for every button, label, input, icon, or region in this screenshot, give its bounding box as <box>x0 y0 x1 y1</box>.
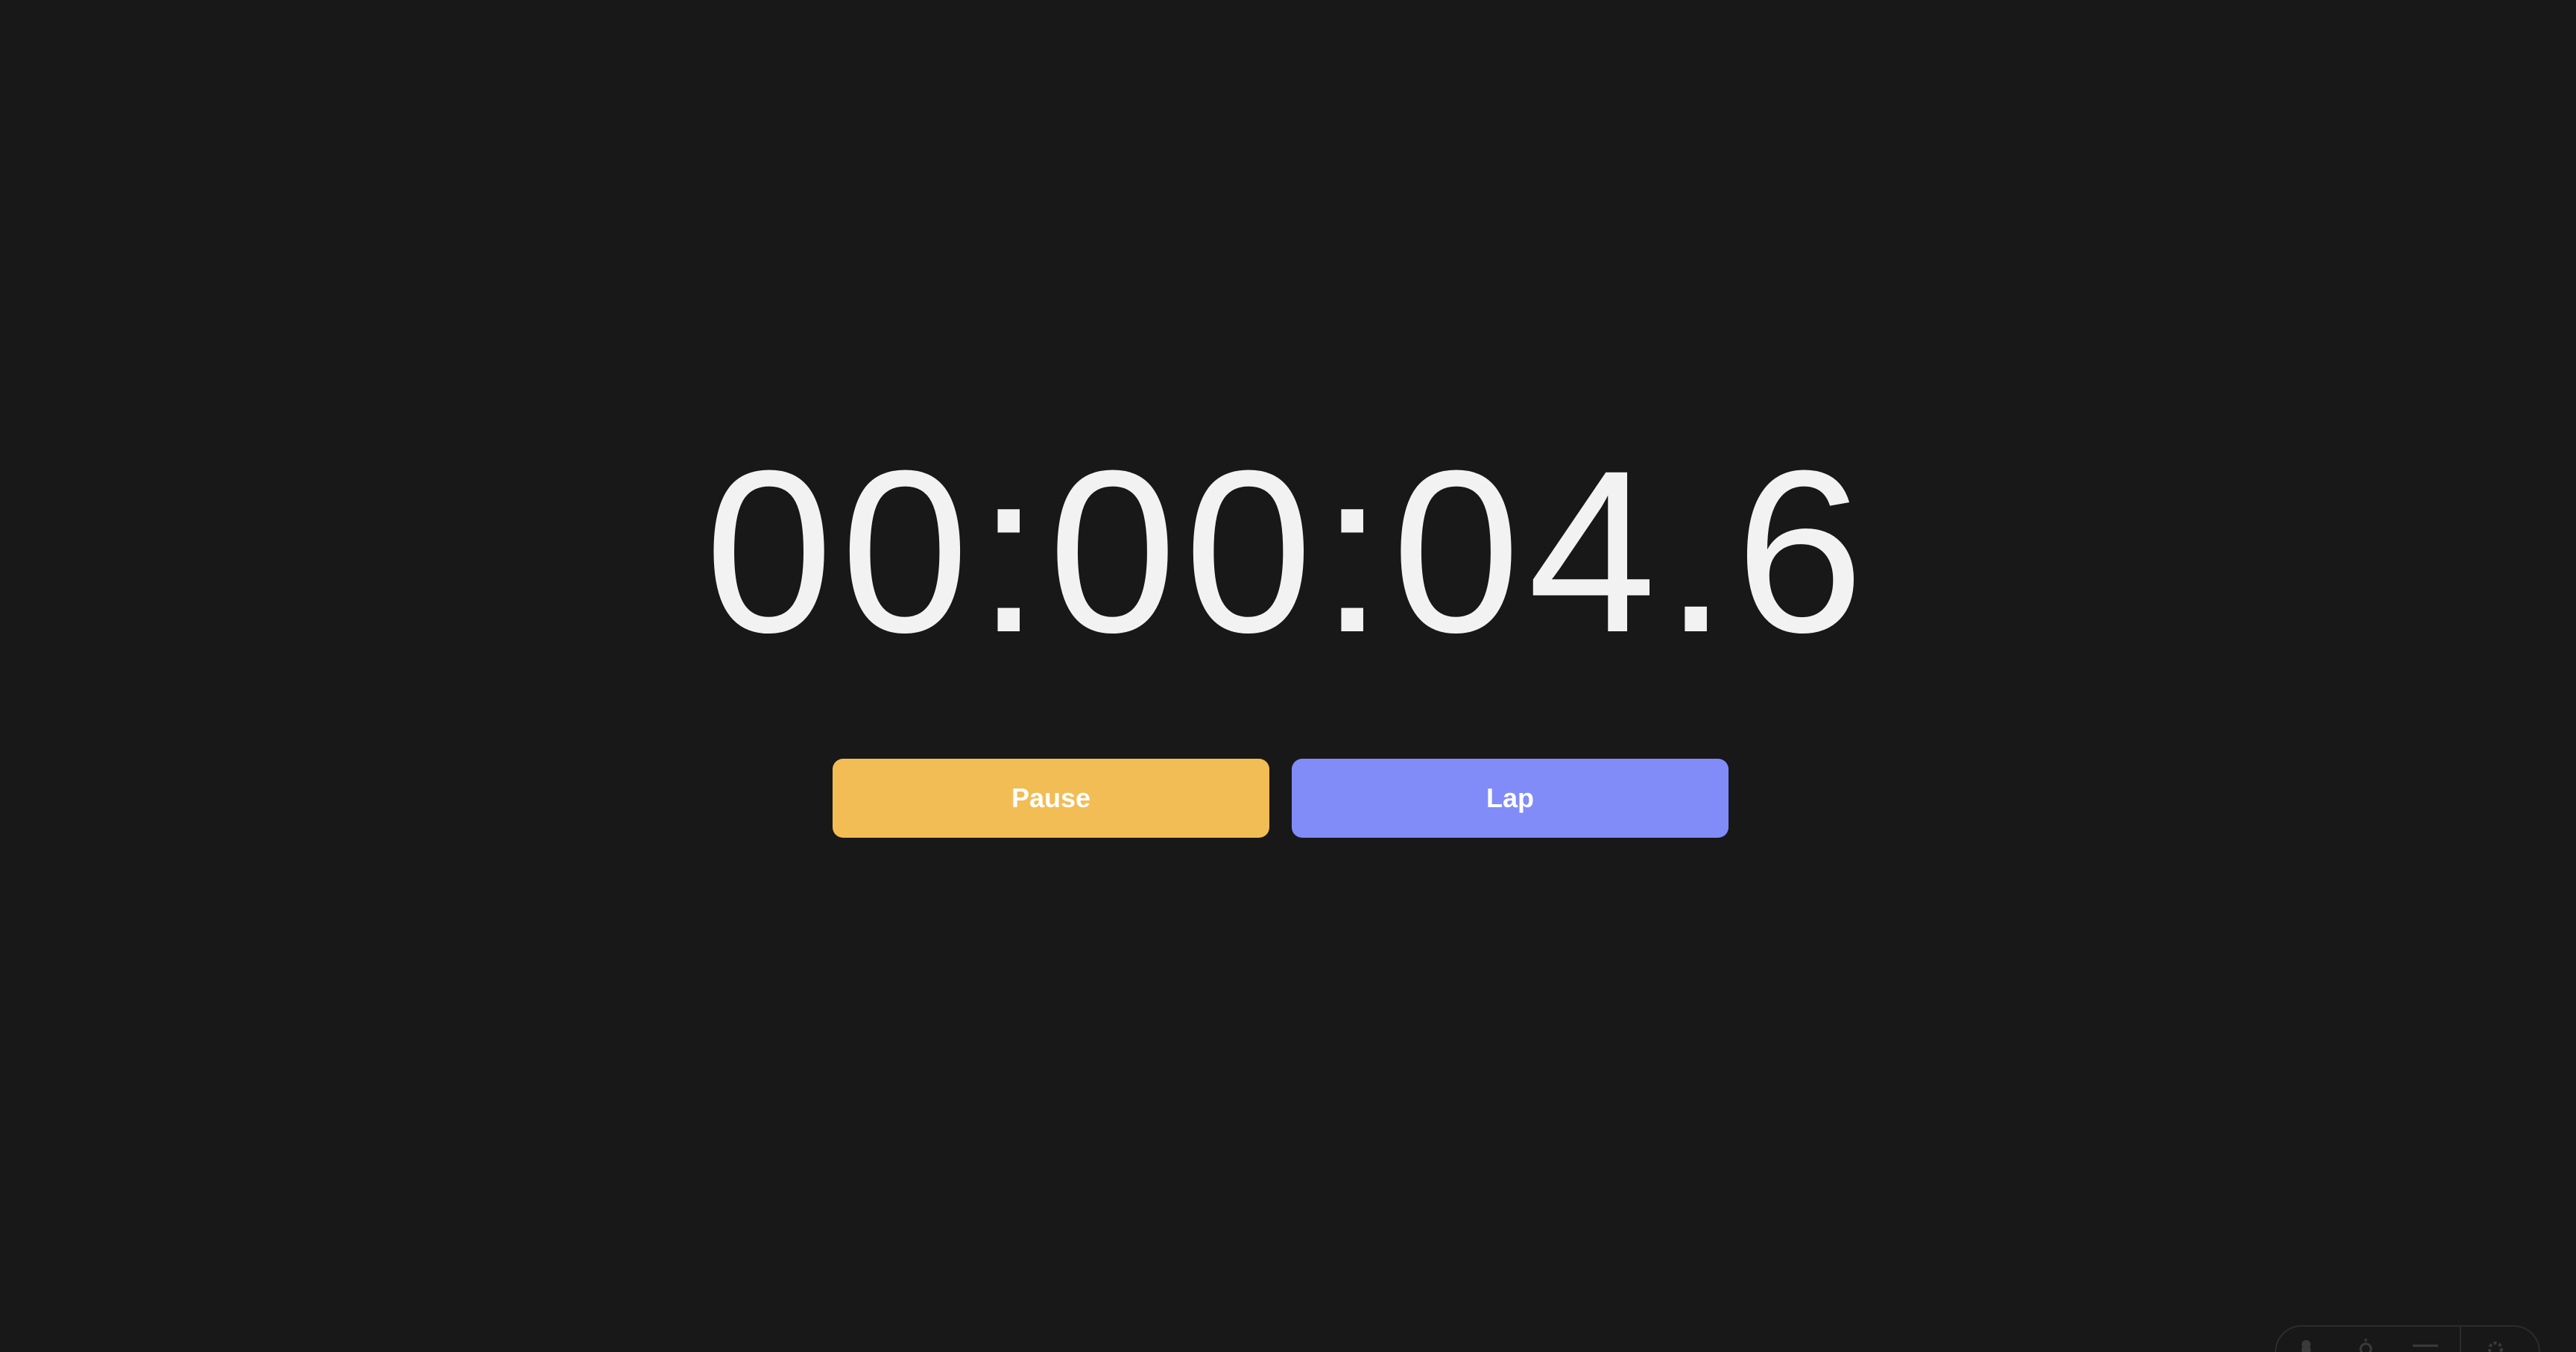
toolbar-divider <box>2460 1327 2461 1352</box>
corner-toolbar <box>2275 1325 2540 1352</box>
menu-icon[interactable] <box>2396 1327 2455 1352</box>
pause-button[interactable]: Pause <box>833 759 1269 838</box>
theme-icon[interactable] <box>2336 1327 2396 1352</box>
settings-icon[interactable] <box>2466 1327 2525 1352</box>
elapsed-time: 00:00:04.6 <box>704 422 1872 680</box>
lap-button[interactable]: Lap <box>1292 759 1729 838</box>
accessibility-icon[interactable] <box>2276 1327 2336 1352</box>
control-buttons: Pause Lap <box>833 759 1729 838</box>
stopwatch-page: 00:00:04.6 Pause Lap <box>0 0 2576 1352</box>
